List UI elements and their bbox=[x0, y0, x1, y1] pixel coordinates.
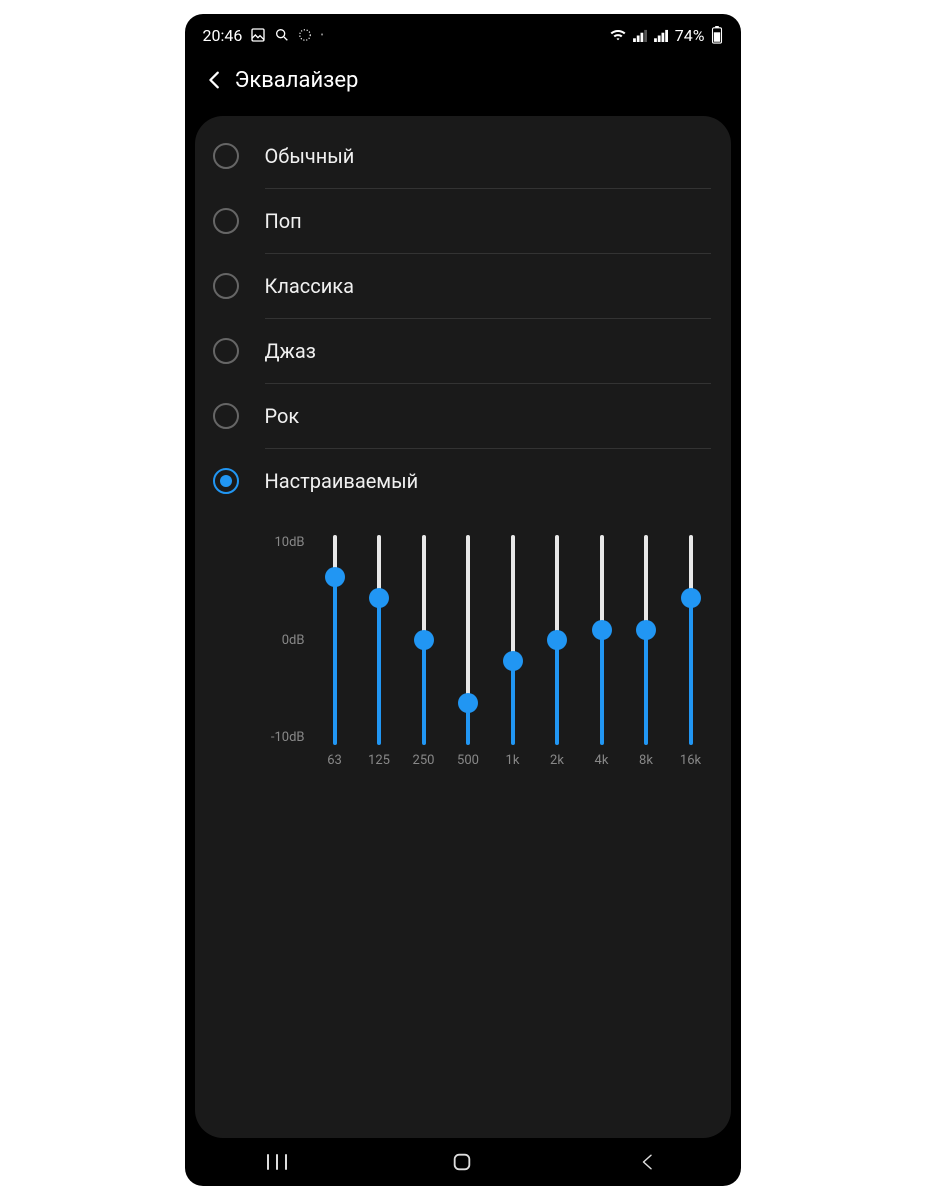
dot-icon: • bbox=[320, 30, 323, 41]
app-header: Эквалайзер bbox=[185, 52, 741, 108]
eq-band-slider[interactable] bbox=[412, 535, 436, 745]
eq-band-slider[interactable] bbox=[501, 535, 525, 745]
gallery-icon bbox=[250, 27, 266, 43]
preset-label: Обычный bbox=[265, 144, 355, 168]
slider-thumb[interactable] bbox=[458, 693, 478, 713]
eq-band-slider[interactable] bbox=[634, 535, 658, 745]
preset-label: Джаз bbox=[265, 339, 316, 363]
nav-back-button[interactable] bbox=[608, 1142, 688, 1182]
phone-frame: 20:46 • bbox=[185, 14, 741, 1186]
slider-track-lower bbox=[333, 577, 337, 745]
eq-band-slider[interactable] bbox=[679, 535, 703, 745]
slider-track-upper bbox=[466, 535, 470, 703]
search-icon bbox=[274, 27, 290, 43]
x-tick-label: 2k bbox=[545, 753, 569, 768]
preset-option[interactable]: Классика bbox=[195, 254, 731, 318]
x-tick-label: 4k bbox=[590, 753, 614, 768]
home-button[interactable] bbox=[422, 1142, 502, 1182]
slider-track-lower bbox=[600, 630, 604, 746]
slider-thumb[interactable] bbox=[325, 567, 345, 587]
x-tick-label: 250 bbox=[412, 753, 436, 768]
navigation-bar bbox=[185, 1138, 741, 1186]
eq-band-slider[interactable] bbox=[456, 535, 480, 745]
slider-thumb[interactable] bbox=[592, 620, 612, 640]
y-tick-label: 0dB bbox=[282, 633, 305, 648]
recents-button[interactable] bbox=[237, 1142, 317, 1182]
x-tick-label: 63 bbox=[323, 753, 347, 768]
eq-band-slider[interactable] bbox=[590, 535, 614, 745]
x-tick-label: 1k bbox=[501, 753, 525, 768]
eq-band-slider[interactable] bbox=[367, 535, 391, 745]
x-tick-label: 8k bbox=[634, 753, 658, 768]
slider-track-lower bbox=[644, 630, 648, 746]
x-tick-label: 125 bbox=[367, 753, 391, 768]
preset-list: Обычный Поп Классика Джаз Рок Настраиваемый bbox=[195, 124, 731, 513]
slider-thumb[interactable] bbox=[636, 620, 656, 640]
status-time: 20:46 bbox=[203, 26, 243, 45]
x-tick-label: 16k bbox=[679, 753, 703, 768]
page-title: Эквалайзер bbox=[235, 68, 359, 93]
x-tick-label: 500 bbox=[456, 753, 480, 768]
slider-thumb[interactable] bbox=[503, 651, 523, 671]
preset-label: Классика bbox=[265, 274, 354, 298]
equalizer-chart: 10dB 0dB -10dB 63 125 250 500 1k 2k 4k 8k 16k bbox=[195, 513, 731, 778]
back-button[interactable] bbox=[195, 60, 235, 100]
preset-label: Рок bbox=[265, 404, 300, 428]
slider-track-upper bbox=[644, 535, 648, 630]
battery-icon bbox=[711, 26, 723, 44]
slider-track-lower bbox=[422, 640, 426, 745]
signal-icon-2 bbox=[654, 29, 669, 42]
loading-icon bbox=[298, 28, 312, 42]
preset-label: Настраиваемый bbox=[265, 469, 419, 493]
slider-track-lower bbox=[377, 598, 381, 745]
content-panel: Обычный Поп Классика Джаз Рок Настраиваемый 1… bbox=[195, 116, 731, 1138]
radio-button[interactable] bbox=[213, 468, 239, 494]
slider-track-upper bbox=[555, 535, 559, 640]
radio-button[interactable] bbox=[213, 338, 239, 364]
status-bar: 20:46 • bbox=[185, 14, 741, 52]
slider-track-upper bbox=[511, 535, 515, 661]
radio-button[interactable] bbox=[213, 273, 239, 299]
eq-band-slider[interactable] bbox=[323, 535, 347, 745]
preset-option[interactable]: Рок bbox=[195, 384, 731, 448]
y-tick-label: 10dB bbox=[274, 535, 304, 550]
preset-option[interactable]: Поп bbox=[195, 189, 731, 253]
radio-button[interactable] bbox=[213, 143, 239, 169]
eq-band-slider[interactable] bbox=[545, 535, 569, 745]
slider-thumb[interactable] bbox=[369, 588, 389, 608]
slider-thumb[interactable] bbox=[681, 588, 701, 608]
radio-button[interactable] bbox=[213, 208, 239, 234]
slider-track-lower bbox=[511, 661, 515, 745]
slider-thumb[interactable] bbox=[414, 630, 434, 650]
preset-label: Поп bbox=[265, 209, 302, 233]
slider-thumb[interactable] bbox=[547, 630, 567, 650]
slider-track-lower bbox=[555, 640, 559, 745]
slider-track-lower bbox=[689, 598, 693, 745]
y-tick-label: -10dB bbox=[271, 730, 305, 745]
signal-icon-1 bbox=[633, 29, 648, 42]
wifi-icon bbox=[609, 28, 627, 42]
slider-track-upper bbox=[600, 535, 604, 630]
preset-option[interactable]: Джаз bbox=[195, 319, 731, 383]
battery-percentage: 74% bbox=[675, 26, 705, 45]
radio-button[interactable] bbox=[213, 403, 239, 429]
preset-option[interactable]: Обычный bbox=[195, 124, 731, 188]
preset-option[interactable]: Настраиваемый bbox=[195, 449, 731, 513]
slider-track-upper bbox=[422, 535, 426, 640]
